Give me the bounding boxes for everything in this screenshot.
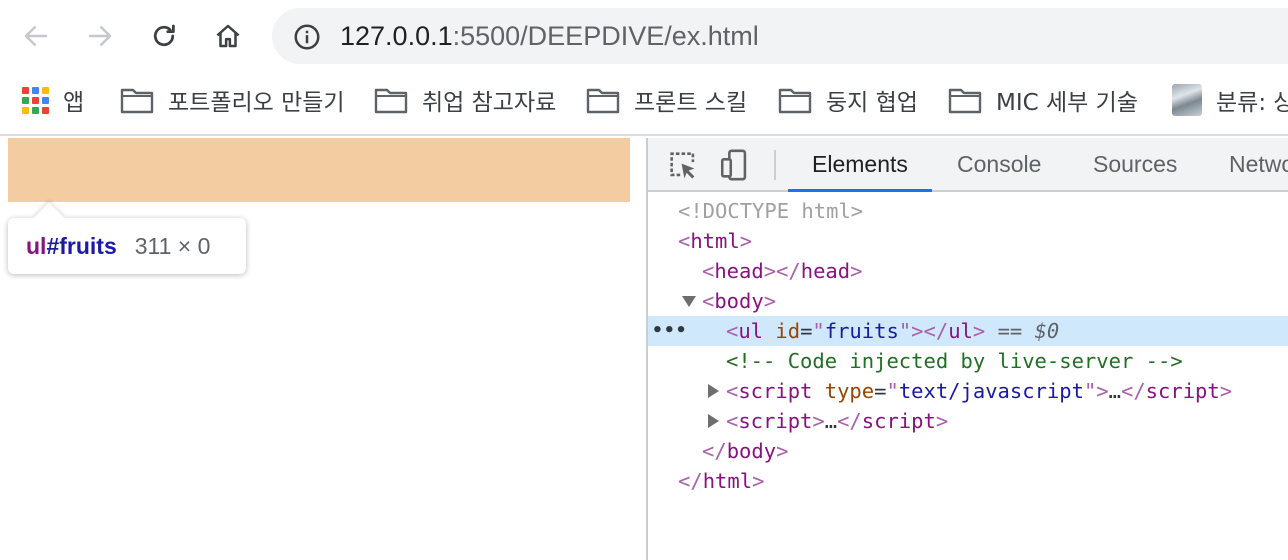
- forward-arrow-icon: [88, 26, 112, 46]
- tag-name: body: [714, 289, 764, 313]
- more-options-icon[interactable]: •••: [652, 316, 688, 346]
- tooltip-arrow: [33, 202, 65, 234]
- site-info-icon[interactable]: [292, 22, 322, 52]
- toolbar-divider: [774, 150, 776, 180]
- script-node: <script>…</script>: [726, 409, 949, 433]
- bookmark-label: 앱: [63, 90, 85, 116]
- bookmark-label: 포트폴리오 만들기: [168, 90, 345, 116]
- folder-icon: [948, 86, 982, 114]
- tab-elements[interactable]: Elements: [788, 138, 932, 192]
- body-open: <body>: [702, 289, 777, 313]
- script-node: <script type="text/javascript">…</script…: [726, 379, 1233, 403]
- tab-console[interactable]: Console: [957, 138, 1041, 190]
- inspect-element-icon[interactable]: [666, 148, 700, 182]
- bookmark-folder[interactable]: 프론트 스킬: [586, 84, 747, 116]
- browser-toolbar: 127.0.0.1:5500/DEEPDIVE/ex.html: [0, 0, 1288, 72]
- attr-name: type: [824, 379, 875, 403]
- thumbnail-icon: [1172, 84, 1202, 116]
- bookmarks-bar: 앱 포트폴리오 만들기 취업 참고자료 프론트 스킬 둥지 협업 MIC 세부 …: [0, 72, 1288, 136]
- tag-name: html: [690, 229, 740, 253]
- head-node: <head></head>: [702, 259, 863, 283]
- bookmark-label: 프론트 스킬: [634, 90, 748, 116]
- dom-node-head[interactable]: <head></head>: [648, 256, 1288, 286]
- device-toolbar-icon[interactable]: [718, 148, 752, 182]
- dom-node-ul-selected[interactable]: ••• <ul id="fruits"></ul> == $0: [648, 316, 1288, 346]
- bookmark-folder[interactable]: MIC 세부 기술: [948, 84, 1138, 116]
- comment-text: <!-- Code injected by live-server -->: [726, 349, 1183, 373]
- back-arrow-icon: [24, 26, 48, 46]
- forward-button[interactable]: [80, 16, 120, 56]
- tag-name: script: [738, 409, 813, 433]
- tag-name: body: [726, 439, 777, 463]
- dom-node-script[interactable]: <script type="text/javascript">…</script…: [648, 376, 1288, 406]
- reload-button[interactable]: [144, 16, 184, 56]
- bookmark-folder[interactable]: 취업 참고자료: [374, 84, 556, 116]
- bookmark-folder[interactable]: 포트폴리오 만들기: [120, 84, 345, 116]
- folder-icon: [778, 86, 812, 114]
- expand-toggle-icon[interactable]: [708, 414, 719, 428]
- ul-node: <ul id="fruits"></ul> == $0: [726, 319, 1060, 343]
- back-button[interactable]: [16, 16, 56, 56]
- inspect-tooltip: ul #fruits 311 × 0: [8, 202, 246, 274]
- tag-name: ul: [738, 319, 764, 343]
- attr-value: fruits: [824, 319, 899, 343]
- tooltip-element-id: #fruits: [46, 232, 117, 259]
- tab-network[interactable]: Network: [1229, 138, 1288, 190]
- element-highlight-overlay: [8, 138, 630, 202]
- selected-marker: ==: [997, 319, 1035, 343]
- folder-icon: [120, 86, 154, 114]
- devtools-panel: Elements Console Sources Network <!DOCTY…: [646, 138, 1288, 560]
- tag-name: head: [800, 259, 851, 283]
- tag-name: html: [702, 469, 753, 493]
- home-icon: [216, 24, 240, 48]
- dom-node-html[interactable]: <html>: [648, 226, 1288, 256]
- tag-name: ul: [948, 319, 973, 343]
- devtools-tab-bar: Elements Console Sources Network: [648, 138, 1288, 192]
- dom-node-script[interactable]: <script>…</script>: [648, 406, 1288, 436]
- folder-icon: [374, 86, 408, 114]
- tab-sources[interactable]: Sources: [1093, 138, 1177, 190]
- url-host: 127.0.0.1: [340, 21, 453, 51]
- collapsed-content: …: [1108, 379, 1121, 403]
- bookmark-apps[interactable]: 앱: [22, 84, 84, 116]
- bookmark-label: 둥지 협업: [826, 90, 918, 116]
- bookmark-label: MIC 세부 기술: [996, 90, 1138, 116]
- apps-grid-icon: [22, 86, 49, 114]
- url-path: :5500/DEEPDIVE/ex.html: [452, 21, 759, 51]
- collapsed-content: …: [824, 409, 838, 433]
- folder-icon: [586, 86, 620, 114]
- dom-node-comment[interactable]: <!-- Code injected by live-server -->: [648, 346, 1288, 376]
- dom-node-doctype[interactable]: <!DOCTYPE html>: [648, 196, 1288, 226]
- bookmark-page[interactable]: 분류: 상: [1172, 84, 1288, 116]
- tag-name: script: [1145, 379, 1220, 403]
- tag-name: script: [738, 379, 813, 403]
- tooltip-tag-name: ul: [26, 232, 47, 259]
- bookmark-folder[interactable]: 둥지 협업: [778, 84, 918, 116]
- tooltip-dimensions: 311 × 0: [134, 232, 211, 259]
- bookmark-label: 분류: 상: [1216, 90, 1288, 116]
- page-viewport: ul #fruits 311 × 0: [0, 138, 646, 560]
- attr-name: id: [775, 319, 801, 343]
- body-close: </body>: [702, 439, 789, 463]
- doctype-text: <!DOCTYPE html>: [678, 199, 864, 223]
- dom-node-body[interactable]: <body>: [648, 286, 1288, 316]
- tag-name: head: [714, 259, 764, 283]
- html-close: </html>: [678, 469, 765, 493]
- dom-node-body-close[interactable]: </body>: [648, 436, 1288, 466]
- selected-var: $0: [1034, 319, 1060, 343]
- expand-toggle-icon[interactable]: [708, 384, 719, 398]
- dom-node-html-close[interactable]: </html>: [648, 466, 1288, 496]
- html-open: <html>: [678, 229, 753, 253]
- expand-toggle-icon[interactable]: [682, 296, 696, 307]
- bookmark-label: 취업 참고자료: [422, 90, 557, 116]
- home-button[interactable]: [208, 16, 248, 56]
- attr-value: text/javascript: [898, 379, 1084, 403]
- url-text[interactable]: 127.0.0.1:5500/DEEPDIVE/ex.html: [340, 20, 759, 52]
- reload-icon: [153, 24, 175, 47]
- tag-name: script: [861, 409, 936, 433]
